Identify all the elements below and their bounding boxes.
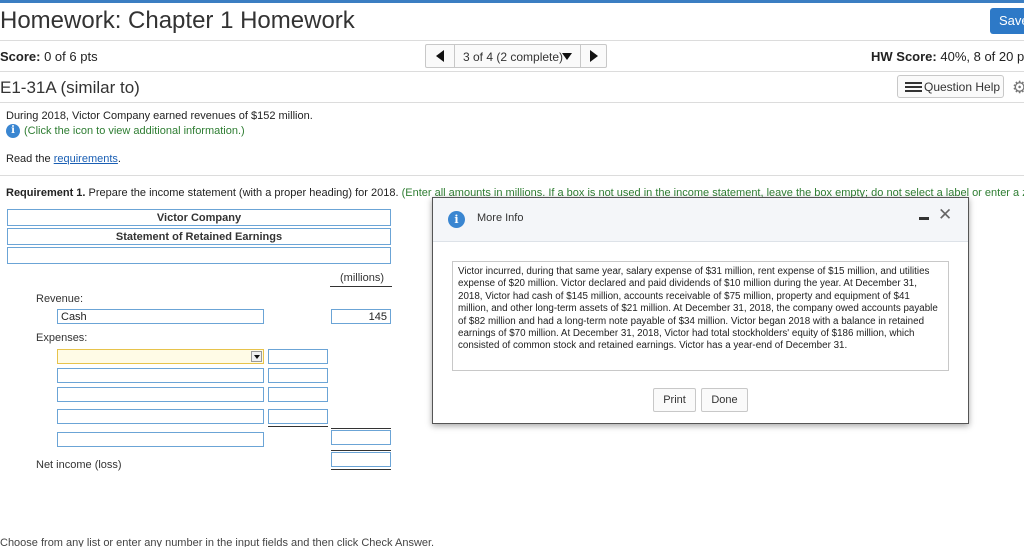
expense-account-field[interactable]: [57, 409, 264, 424]
chevron-down-icon[interactable]: [251, 351, 262, 362]
column-underline: [330, 286, 392, 287]
read-requirements: Read the requirements.: [6, 153, 121, 165]
millions-label: (millions): [340, 272, 384, 284]
revenue-label: Revenue:: [36, 293, 84, 305]
expense-amount-field[interactable]: [268, 349, 328, 364]
subtotal-rule: [331, 428, 391, 429]
divider: [0, 102, 1024, 103]
subtotal-underline: [268, 426, 328, 427]
question-help-label: Question Help: [924, 80, 1001, 94]
dialog-header: i More Info ✕: [433, 198, 968, 242]
info-icon[interactable]: i: [6, 124, 20, 138]
info-hint: i (Click the icon to view additional info…: [6, 124, 245, 138]
dialog-title: More Info: [477, 212, 524, 224]
divider: [454, 45, 455, 67]
expense-amount-field[interactable]: [268, 368, 328, 383]
expenses-label: Expenses:: [36, 332, 88, 344]
hw-score-label: HW Score:: [871, 49, 937, 64]
hw-score-value: 40%, 8 of 20 pt: [940, 49, 1024, 64]
divider: [580, 45, 581, 67]
question-pager: 3 of 4 (2 complete): [425, 44, 607, 68]
double-underline: [331, 469, 391, 470]
expense-account-field[interactable]: [57, 387, 264, 402]
divider: [0, 71, 1024, 72]
statement-name-field[interactable]: Statement of Retained Earnings: [7, 228, 391, 245]
revenue-account-field[interactable]: Cash: [57, 309, 264, 324]
page-title: Homework: Chapter 1 Homework: [0, 7, 355, 34]
total-expenses-label-field[interactable]: [57, 432, 264, 447]
dialog-body-text: Victor incurred, during that same year, …: [452, 261, 949, 371]
score-display: Score: 0 of 6 pts: [0, 49, 98, 64]
score-value: 0 of 6 pts: [44, 49, 98, 64]
requirements-link[interactable]: requirements: [54, 153, 118, 165]
score-label: Score:: [0, 49, 41, 64]
net-income-rule: [331, 450, 391, 451]
expense-amount-field[interactable]: [268, 387, 328, 402]
divider: [0, 175, 1024, 176]
company-name-field[interactable]: Victor Company: [7, 209, 391, 226]
question-intro: During 2018, Victor Company earned reven…: [6, 110, 313, 122]
read-prefix: Read the: [6, 153, 54, 165]
info-icon: i: [448, 211, 465, 228]
question-help-button[interactable]: Question Help: [897, 75, 1004, 98]
divider: [0, 40, 1024, 41]
save-button[interactable]: Save: [990, 8, 1024, 34]
previous-question-icon[interactable]: [436, 50, 444, 62]
requirement-instruction: Prepare the income statement (with a pro…: [85, 187, 402, 199]
menu-icon: [905, 82, 922, 92]
expense-account-field[interactable]: [57, 368, 264, 383]
top-accent-bar: [0, 0, 1024, 3]
more-info-dialog: i More Info ✕ Victor incurred, during th…: [432, 197, 969, 424]
expense-amount-field[interactable]: [268, 409, 328, 424]
requirement-label: Requirement 1.: [6, 187, 86, 199]
total-expenses-amount-field[interactable]: [331, 430, 391, 445]
gear-icon[interactable]: ⚙: [1012, 78, 1024, 98]
close-icon[interactable]: ✕: [938, 206, 952, 223]
info-hint-text: (Click the icon to view additional infor…: [24, 124, 245, 137]
statement-date-field[interactable]: [7, 247, 391, 264]
done-button[interactable]: Done: [701, 388, 748, 412]
next-question-icon[interactable]: [590, 50, 598, 62]
question-selector[interactable]: 3 of 4 (2 complete): [463, 50, 563, 64]
revenue-amount-field[interactable]: 145: [331, 309, 391, 324]
expense-account-dropdown[interactable]: [57, 349, 264, 364]
chevron-down-icon[interactable]: [562, 53, 572, 60]
read-suffix: .: [117, 153, 121, 165]
net-income-label: Net income (loss): [36, 459, 122, 471]
footer-instruction: Choose from any list or enter any number…: [0, 537, 435, 547]
net-income-amount-field[interactable]: [331, 452, 391, 467]
hw-score-display: HW Score: 40%, 8 of 20 pt: [871, 49, 1024, 64]
question-title: E1-31A (similar to): [0, 78, 140, 97]
print-button[interactable]: Print: [653, 388, 696, 412]
minimize-icon[interactable]: [919, 217, 929, 220]
